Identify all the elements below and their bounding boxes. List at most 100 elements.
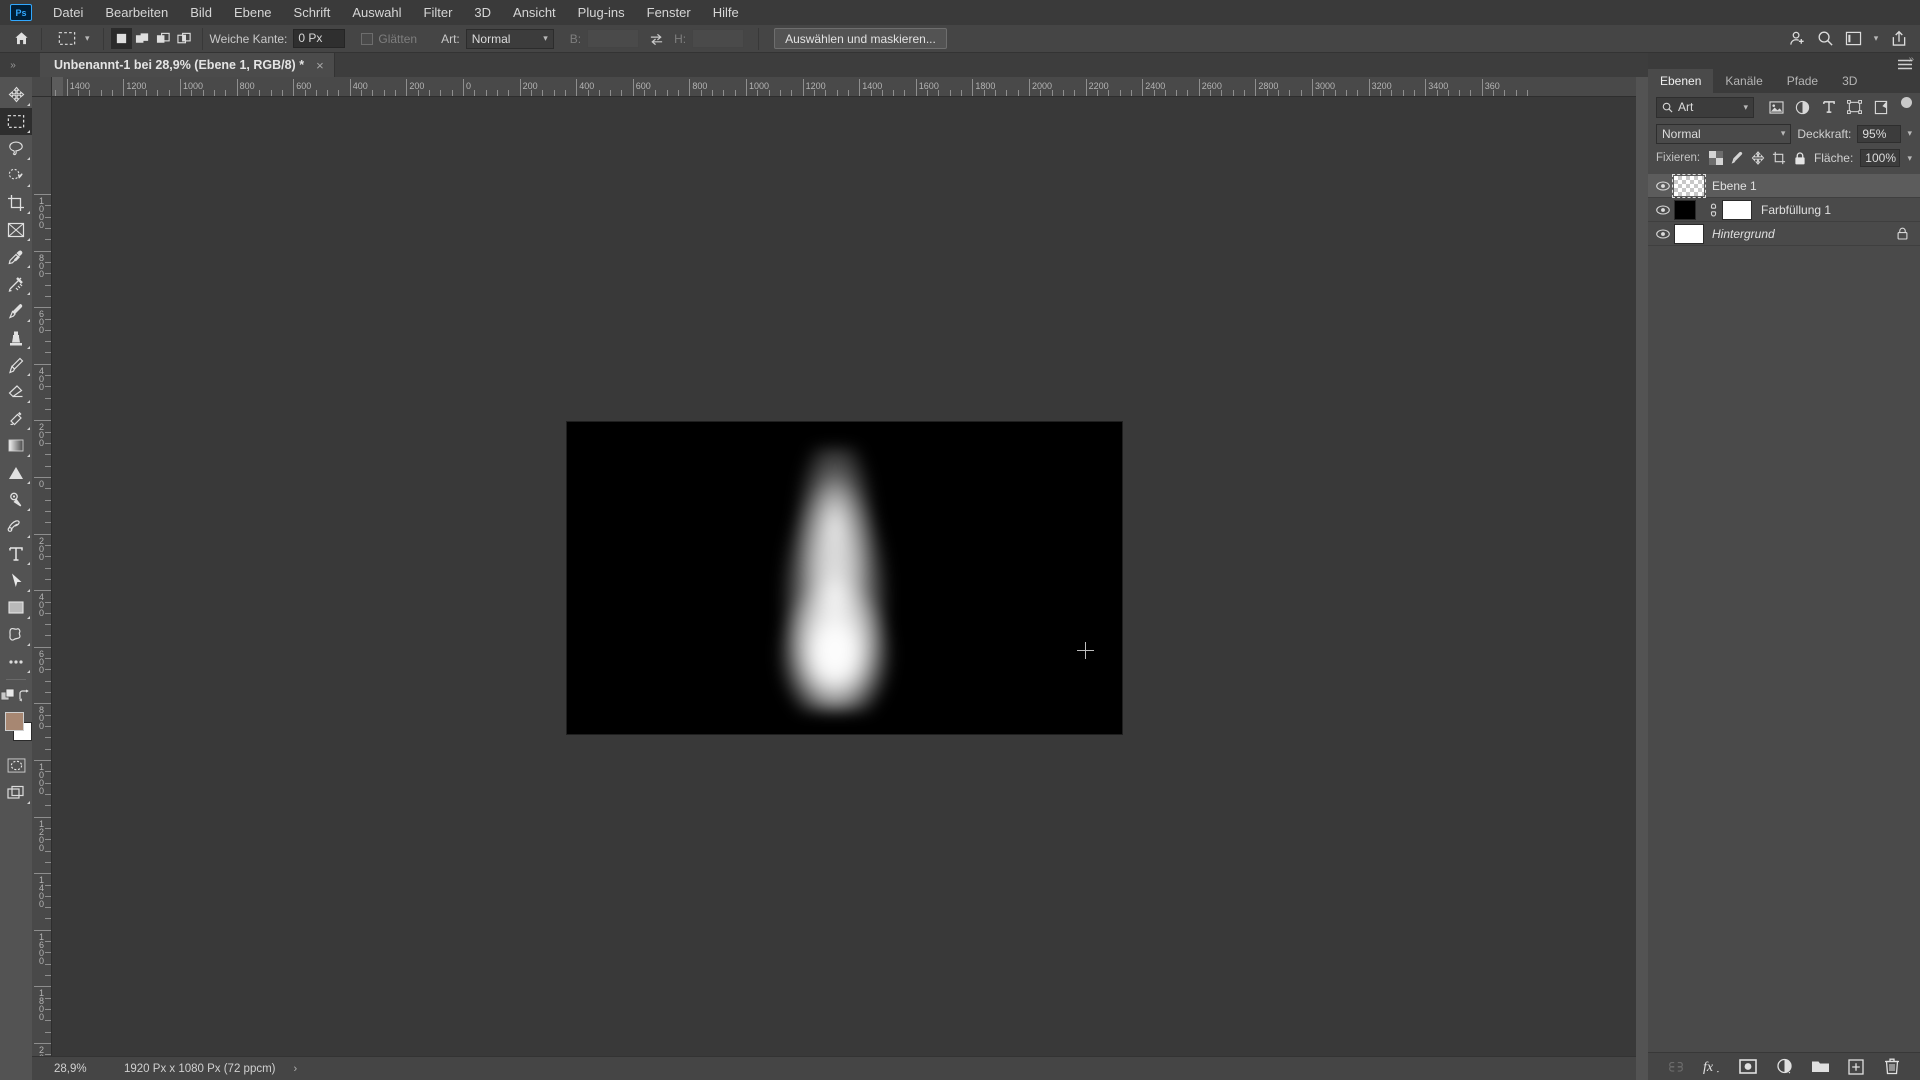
brush-tool[interactable]	[0, 297, 32, 324]
share-person-icon[interactable]	[1784, 27, 1810, 51]
opacity-value[interactable]: 95%	[1857, 124, 1902, 143]
chevron-double-right-icon[interactable]: »	[3, 56, 23, 74]
document-canvas[interactable]	[567, 422, 1122, 734]
add-to-selection-button[interactable]	[132, 28, 153, 49]
menu-item-datei[interactable]: Datei	[42, 0, 94, 25]
rectangular-marquee-tool[interactable]	[0, 108, 32, 135]
custom-shape-tool[interactable]	[0, 621, 32, 648]
layer-filter-kind-select[interactable]: Art ▾	[1656, 96, 1754, 118]
layer-row[interactable]: Hintergrund	[1648, 222, 1920, 246]
filter-type-layers-icon[interactable]	[1818, 97, 1839, 118]
eraser-tool[interactable]	[0, 378, 32, 405]
tool-preset-picker[interactable]: ▾	[49, 27, 96, 50]
style-select[interactable]: Normal ▾	[465, 28, 554, 49]
horizontal-ruler[interactable]: 8001600140012001000800600400200020040060…	[52, 77, 1636, 97]
menu-item-3d[interactable]: 3D	[463, 0, 502, 25]
spot-healing-brush-tool[interactable]	[0, 270, 32, 297]
crop-tool[interactable]	[0, 189, 32, 216]
clone-stamp-tool[interactable]	[0, 324, 32, 351]
layer-thumbnail[interactable]	[1672, 173, 1706, 198]
workspace-layout-icon[interactable]	[1840, 27, 1866, 51]
filter-pixel-layers-icon[interactable]	[1766, 97, 1787, 118]
new-group-icon[interactable]	[1810, 1057, 1830, 1077]
height-input[interactable]	[692, 29, 745, 48]
chevron-down-icon[interactable]: ▾	[1868, 27, 1884, 51]
layer-style-fx-icon[interactable]: fx	[1702, 1057, 1722, 1077]
lock-transparent-pixels-icon[interactable]	[1709, 150, 1724, 167]
menu-item-filter[interactable]: Filter	[413, 0, 464, 25]
export-share-icon[interactable]	[1886, 27, 1912, 51]
link-layers-icon[interactable]	[1666, 1057, 1686, 1077]
horizontal-type-tool[interactable]	[0, 540, 32, 567]
filter-enable-toggle[interactable]	[1900, 97, 1912, 117]
layer-mask-thumbnail[interactable]	[1722, 199, 1752, 220]
filter-shape-layers-icon[interactable]	[1844, 97, 1865, 118]
quick-mask-tool[interactable]	[0, 752, 32, 779]
frame-tool[interactable]	[0, 216, 32, 243]
chevron-down-icon[interactable]: ▾	[1907, 153, 1912, 164]
dodge-tool[interactable]	[0, 459, 32, 486]
status-expand-arrow[interactable]: ›	[294, 1063, 298, 1075]
menu-item-plug-ins[interactable]: Plug-ins	[567, 0, 636, 25]
panel-tab-3d[interactable]: 3D	[1830, 69, 1870, 93]
pen-tool-alt[interactable]	[0, 513, 32, 540]
menu-item-bild[interactable]: Bild	[179, 0, 223, 25]
menu-item-ansicht[interactable]: Ansicht	[502, 0, 567, 25]
subtract-from-selection-button[interactable]	[153, 28, 174, 49]
screen-mode-tool[interactable]	[0, 779, 32, 806]
panel-tab-kan-le[interactable]: Kanäle	[1713, 69, 1775, 93]
panel-tab-ebenen[interactable]: Ebenen	[1648, 69, 1714, 93]
new-adjustment-layer-icon[interactable]	[1774, 1057, 1794, 1077]
intersect-with-selection-button[interactable]	[174, 28, 195, 49]
hamburger-menu-icon[interactable]	[1898, 59, 1912, 71]
menu-item-ebene[interactable]: Ebene	[223, 0, 283, 25]
chevron-down-icon[interactable]: ▾	[85, 33, 90, 44]
canvas-area[interactable]	[52, 97, 1636, 1056]
lock-artboard-nesting-icon[interactable]	[1772, 150, 1786, 167]
foreground-color-swatch[interactable]	[5, 712, 24, 731]
feather-input[interactable]: 0 Px	[293, 29, 346, 48]
layer-row[interactable]: Ebene 1	[1648, 173, 1920, 198]
search-icon[interactable]	[1812, 27, 1838, 51]
delete-layer-icon[interactable]	[1882, 1057, 1902, 1077]
swap-width-height-icon[interactable]	[649, 32, 664, 46]
layer-visibility-eye-icon[interactable]	[1652, 180, 1674, 191]
vertical-ruler[interactable]: 1000 800 600 400 200 0 200 400 600 800 1000 1200 140…	[32, 97, 52, 1056]
add-layer-mask-icon[interactable]	[1738, 1057, 1758, 1077]
layer-visibility-eye-icon[interactable]	[1652, 204, 1674, 215]
ruler-corner[interactable]	[32, 77, 52, 97]
blend-mode-select[interactable]: Normal ▾	[1656, 123, 1792, 144]
new-layer-icon[interactable]	[1846, 1057, 1866, 1077]
home-icon[interactable]	[8, 31, 34, 46]
document-tab[interactable]: Unbenannt-1 bei 28,9% (Ebene 1, RGB/8) *…	[40, 53, 335, 77]
menu-item-bearbeiten[interactable]: Bearbeiten	[94, 0, 179, 25]
object-selection-tool[interactable]	[0, 162, 32, 189]
rectangle-tool[interactable]	[0, 594, 32, 621]
default-colors-icon[interactable]	[1, 688, 15, 702]
layer-mask-link-icon[interactable]	[1704, 203, 1718, 217]
menu-item-auswahl[interactable]: Auswahl	[341, 0, 412, 25]
more-tools-icon[interactable]	[0, 648, 32, 675]
layer-thumbnail[interactable]	[1674, 199, 1696, 220]
layer-thumbnail[interactable]	[1674, 223, 1704, 244]
menu-item-fenster[interactable]: Fenster	[636, 0, 702, 25]
layer-visibility-eye-icon[interactable]	[1652, 228, 1674, 239]
select-and-mask-button[interactable]: Auswählen und maskieren...	[774, 28, 947, 49]
blur-tool[interactable]	[0, 432, 32, 459]
eyedropper-tool[interactable]	[0, 243, 32, 270]
chevron-down-icon[interactable]: ▾	[1907, 128, 1912, 139]
layer-row[interactable]: Farbfüllung 1	[1648, 198, 1920, 222]
gradient-tool[interactable]	[0, 405, 32, 432]
history-brush-tool[interactable]	[0, 351, 32, 378]
zoom-level-field[interactable]: 28,9%	[54, 1063, 124, 1075]
lasso-tool[interactable]	[0, 135, 32, 162]
filter-smart-object-icon[interactable]	[1870, 97, 1891, 118]
lock-all-icon[interactable]	[1793, 150, 1807, 167]
pen-tool[interactable]	[0, 486, 32, 513]
filter-adjustment-layers-icon[interactable]	[1792, 97, 1813, 118]
move-tool[interactable]	[0, 81, 32, 108]
lock-image-pixels-icon[interactable]	[1730, 150, 1744, 167]
menu-item-hilfe[interactable]: Hilfe	[702, 0, 750, 25]
width-input[interactable]	[587, 29, 640, 48]
close-icon[interactable]: ×	[316, 58, 324, 73]
